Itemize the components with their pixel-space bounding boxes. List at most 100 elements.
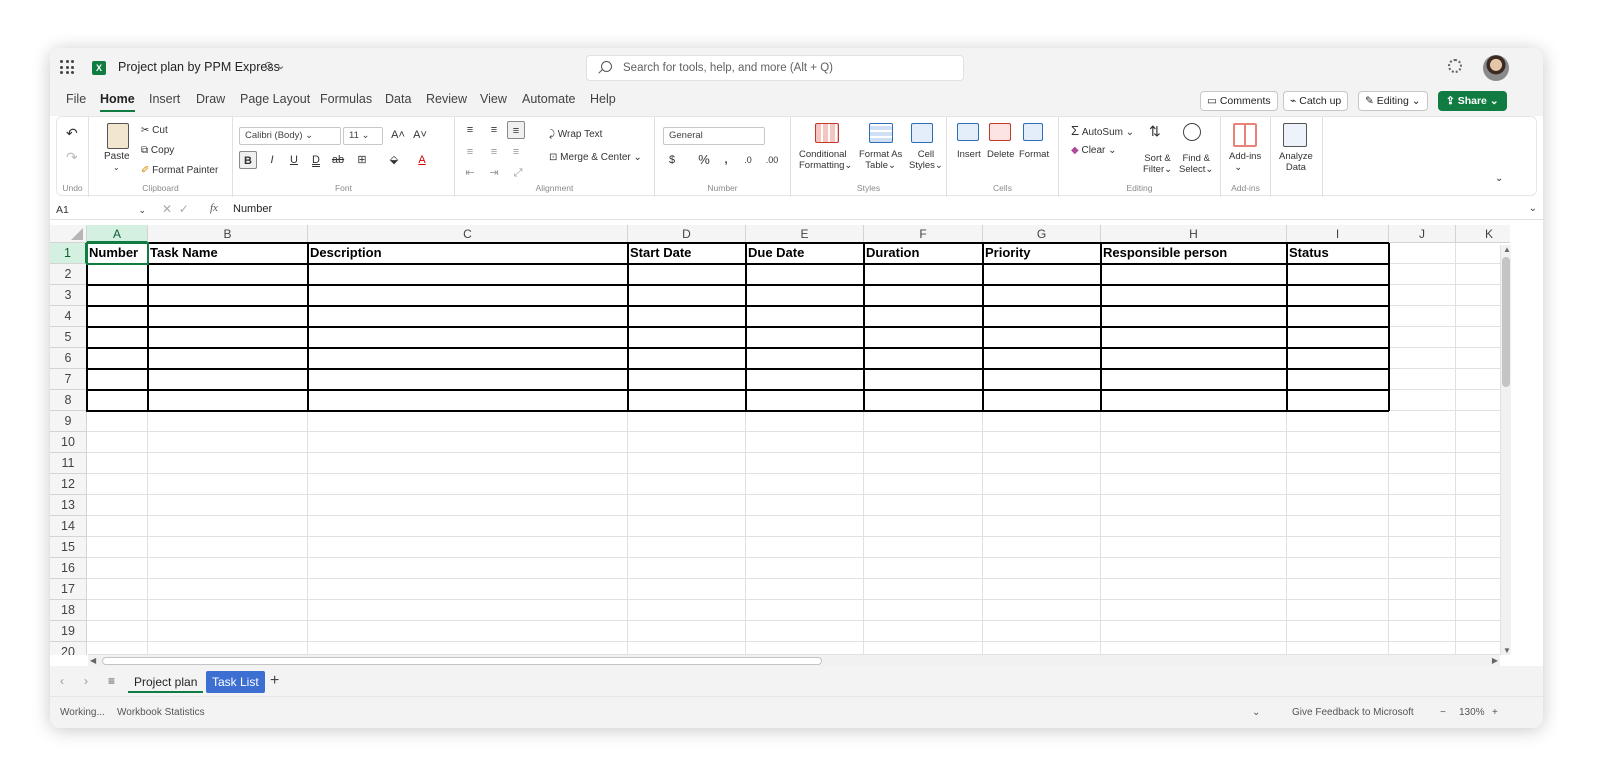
paste-dropdown-icon[interactable]: ⌄ xyxy=(113,163,120,172)
cell-a2[interactable] xyxy=(87,264,148,285)
column-header[interactable]: H xyxy=(1101,225,1287,243)
font-size-select[interactable]: 11 ⌄ xyxy=(343,127,383,145)
cell-f17[interactable] xyxy=(864,579,983,600)
analyze-data-button[interactable]: Analyze Data xyxy=(1279,151,1313,173)
decrease-decimal-icon[interactable]: .00 xyxy=(763,151,781,169)
autosum-button[interactable]: Σ AutoSum ⌄ xyxy=(1071,123,1134,138)
cell-h3[interactable] xyxy=(1101,285,1287,306)
column-header[interactable]: G xyxy=(983,225,1101,243)
cell-i19[interactable] xyxy=(1287,621,1389,642)
scroll-up-icon[interactable]: ▲ xyxy=(1503,245,1511,254)
cell-g2[interactable] xyxy=(983,264,1101,285)
cell-j13[interactable] xyxy=(1389,495,1456,516)
cell-d17[interactable] xyxy=(628,579,746,600)
row-header[interactable]: 5 xyxy=(50,327,87,348)
cell-b16[interactable] xyxy=(148,558,308,579)
row-header[interactable]: 16 xyxy=(50,558,87,579)
cell-h15[interactable] xyxy=(1101,537,1287,558)
cell-f6[interactable] xyxy=(864,348,983,369)
editing-mode-button[interactable]: ✎ Editing ⌄ xyxy=(1358,91,1428,111)
cell-h9[interactable] xyxy=(1101,411,1287,432)
cell-j14[interactable] xyxy=(1389,516,1456,537)
cell-j4[interactable] xyxy=(1389,306,1456,327)
cell-e6[interactable] xyxy=(746,348,864,369)
cell-i2[interactable] xyxy=(1287,264,1389,285)
tab-data[interactable]: Data xyxy=(385,92,411,110)
cell-j6[interactable] xyxy=(1389,348,1456,369)
cell-b3[interactable] xyxy=(148,285,308,306)
cell-g15[interactable] xyxy=(983,537,1101,558)
cell-d12[interactable] xyxy=(628,474,746,495)
cell-b4[interactable] xyxy=(148,306,308,327)
cell-g17[interactable] xyxy=(983,579,1101,600)
cell-a9[interactable] xyxy=(87,411,148,432)
cell-i16[interactable] xyxy=(1287,558,1389,579)
cell-i14[interactable] xyxy=(1287,516,1389,537)
cell-i12[interactable] xyxy=(1287,474,1389,495)
tab-draw[interactable]: Draw xyxy=(196,92,225,110)
cell-c4[interactable] xyxy=(308,306,628,327)
cell-g11[interactable] xyxy=(983,453,1101,474)
cell-d8[interactable] xyxy=(628,390,746,411)
row-header[interactable]: 20 xyxy=(50,642,87,655)
row-header[interactable]: 7 xyxy=(50,369,87,390)
cell-g13[interactable] xyxy=(983,495,1101,516)
formula-input[interactable]: Number xyxy=(233,203,272,215)
catch-up-button[interactable]: ⌁ Catch up xyxy=(1283,91,1349,111)
format-cells-icon[interactable] xyxy=(1023,123,1043,141)
cell-c3[interactable] xyxy=(308,285,628,306)
cell-e19[interactable] xyxy=(746,621,864,642)
tab-insert[interactable]: Insert xyxy=(149,92,180,110)
number-format-select[interactable]: General xyxy=(663,127,765,145)
increase-decimal-icon[interactable]: .0 xyxy=(739,151,757,169)
conditional-formatting-button[interactable]: Conditional Formatting⌄ xyxy=(799,149,852,171)
cell-e10[interactable] xyxy=(746,432,864,453)
vertical-scrollbar[interactable]: ▲ ▼ xyxy=(1500,245,1511,655)
percent-icon[interactable]: % xyxy=(695,151,713,169)
ribbon-expand-icon[interactable]: ⌄ xyxy=(1495,173,1503,184)
cell-b15[interactable] xyxy=(148,537,308,558)
column-header[interactable]: K xyxy=(1456,225,1510,243)
cell-h14[interactable] xyxy=(1101,516,1287,537)
cell-e16[interactable] xyxy=(746,558,864,579)
find-select-icon[interactable] xyxy=(1183,123,1201,141)
cell-c17[interactable] xyxy=(308,579,628,600)
row-header[interactable]: 3 xyxy=(50,285,87,306)
cell-f12[interactable] xyxy=(864,474,983,495)
sheet-tab-task-list[interactable]: Task List xyxy=(206,671,265,693)
cell-i9[interactable] xyxy=(1287,411,1389,432)
column-header[interactable]: J xyxy=(1389,225,1456,243)
cell-c5[interactable] xyxy=(308,327,628,348)
cell-d18[interactable] xyxy=(628,600,746,621)
cell-b18[interactable] xyxy=(148,600,308,621)
scroll-left-icon[interactable]: ◀ xyxy=(90,656,96,665)
cell-a8[interactable] xyxy=(87,390,148,411)
cell-b7[interactable] xyxy=(148,369,308,390)
cell-j19[interactable] xyxy=(1389,621,1456,642)
horizontal-scroll-thumb[interactable] xyxy=(102,657,822,665)
analyze-data-icon[interactable] xyxy=(1283,123,1307,147)
cell-g8[interactable] xyxy=(983,390,1101,411)
cell-i4[interactable] xyxy=(1287,306,1389,327)
cell-d6[interactable] xyxy=(628,348,746,369)
column-header[interactable]: F xyxy=(864,225,983,243)
cell-j9[interactable] xyxy=(1389,411,1456,432)
row-header[interactable]: 19 xyxy=(50,621,87,642)
cell-e8[interactable] xyxy=(746,390,864,411)
sheet-tab-project-plan[interactable]: Project plan xyxy=(128,671,204,693)
cell-e3[interactable] xyxy=(746,285,864,306)
cell-e7[interactable] xyxy=(746,369,864,390)
cell-e14[interactable] xyxy=(746,516,864,537)
cell-b14[interactable] xyxy=(148,516,308,537)
addins-button[interactable]: Add-ins ⌄ xyxy=(1229,151,1261,173)
sort-filter-button[interactable]: Sort & Filter⌄ xyxy=(1143,153,1172,175)
row-header[interactable]: 14 xyxy=(50,516,87,537)
paste-button[interactable]: Paste xyxy=(104,151,130,162)
column-header[interactable]: C xyxy=(308,225,628,243)
scroll-down-icon[interactable]: ▼ xyxy=(1503,646,1511,655)
cell-b8[interactable] xyxy=(148,390,308,411)
cell-f1[interactable]: Duration xyxy=(864,243,983,264)
cell-c10[interactable] xyxy=(308,432,628,453)
cell-d16[interactable] xyxy=(628,558,746,579)
share-button[interactable]: ⇪ Share ⌄ xyxy=(1438,91,1507,111)
